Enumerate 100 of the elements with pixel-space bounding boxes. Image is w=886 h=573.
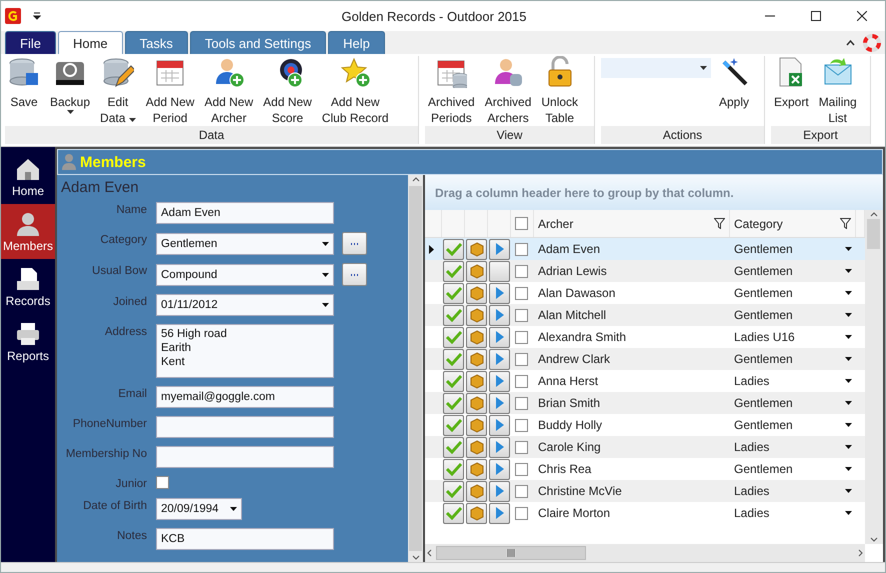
open-button[interactable] [489,260,510,282]
dropdown-field[interactable]: 01/11/2012 [156,294,334,316]
open-button[interactable] [489,392,510,414]
ribbon-button[interactable]: Unlock Table [538,56,582,126]
ribbon-button[interactable]: Add New Score [260,56,315,126]
ribbon-button[interactable]: Add New Club Record [318,56,392,126]
approve-button[interactable] [443,238,464,260]
column-header[interactable]: Category [734,216,836,230]
ribbon-button[interactable]: Archived Archers [482,56,534,126]
scroll-thumb[interactable] [867,219,880,249]
collapse-ribbon-icon[interactable] [846,39,855,46]
open-button[interactable] [489,458,510,480]
open-button[interactable] [489,304,510,326]
row-checkbox[interactable] [515,264,528,278]
scrollbar[interactable] [865,210,883,544]
cube-button[interactable] [466,480,487,502]
open-button[interactable] [489,370,510,392]
approve-button[interactable] [443,348,464,370]
browse-button[interactable] [342,232,367,255]
nav-item[interactable]: Records [1,259,55,314]
row-checkbox[interactable] [515,484,528,498]
scrollbar[interactable] [408,175,423,562]
open-button[interactable] [489,502,510,524]
row-checkbox[interactable] [515,462,528,476]
ribbon-button[interactable]: Backup [47,56,94,114]
row-checkbox[interactable] [515,440,528,454]
open-button[interactable] [489,436,510,458]
file-menu-tab[interactable]: File [5,31,56,54]
cube-button[interactable] [466,458,487,480]
approve-button[interactable] [443,502,464,524]
approve-button[interactable] [443,480,464,502]
nav-item[interactable]: Reports [1,314,55,369]
nav-item[interactable]: Members [1,204,55,259]
approve-button[interactable] [443,414,464,436]
ribbon-button[interactable]: Export [771,56,812,110]
input-field[interactable] [156,416,334,438]
ribbon-button[interactable]: Save [5,56,43,110]
ribbon-tab[interactable]: Tools and Settings [190,31,326,54]
input-field[interactable]: Adam Even [156,202,334,224]
ribbon-button[interactable]: Edit Data [97,56,139,126]
table-row[interactable]: Brian Smith Gentlemen [425,392,865,414]
ribbon-button[interactable]: Archived Periods [425,56,478,126]
scroll-up-icon[interactable] [412,177,420,182]
quick-access-menu-icon[interactable] [33,12,41,20]
approve-button[interactable] [443,282,464,304]
approve-button[interactable] [443,326,464,348]
cube-button[interactable] [466,348,487,370]
scroll-down-icon[interactable] [412,555,420,560]
row-checkbox[interactable] [515,396,528,410]
ribbon-tab[interactable]: Help [328,31,385,54]
table-row[interactable]: Adam Even Gentlemen [425,238,865,260]
ribbon-tab[interactable]: Home [58,31,123,54]
filter-icon[interactable] [714,218,725,229]
ribbon-button[interactable]: Apply [715,56,753,110]
scroll-left-icon[interactable] [427,549,432,557]
approve-button[interactable] [443,436,464,458]
row-checkbox[interactable] [515,242,528,256]
row-checkbox[interactable] [515,330,528,344]
open-button[interactable] [489,326,510,348]
date-field[interactable]: 20/09/1994 [156,498,242,520]
cube-button[interactable] [466,436,487,458]
ribbon-button[interactable]: Add New Period [142,56,198,126]
table-row[interactable]: Adrian Lewis Gentlemen [425,260,865,282]
cube-button[interactable] [466,238,487,260]
row-checkbox[interactable] [515,286,528,300]
help-lifebuoy-icon[interactable] [863,34,881,52]
scroll-right-icon[interactable] [858,549,863,557]
dropdown-field[interactable]: Compound [156,264,334,286]
approve-button[interactable] [443,370,464,392]
filter-icon[interactable] [840,218,851,229]
cube-button[interactable] [466,326,487,348]
select-all-checkbox[interactable] [515,217,528,230]
row-checkbox[interactable] [515,418,528,432]
open-button[interactable] [489,480,510,502]
approve-button[interactable] [443,458,464,480]
cube-button[interactable] [466,304,487,326]
column-header[interactable]: Archer [538,216,710,230]
open-button[interactable] [489,348,510,370]
input-field[interactable]: myemail@goggle.com [156,386,334,408]
table-row[interactable]: Christine McVie Ladies [425,480,865,502]
input-field[interactable]: KCB [156,528,334,550]
dropdown-field[interactable]: Gentlemen [156,232,334,254]
open-button[interactable] [489,414,510,436]
ribbon-button[interactable]: Add New Archer [201,56,256,126]
row-checkbox[interactable] [515,374,528,388]
scroll-down-icon[interactable] [870,537,878,542]
input-field[interactable] [156,446,334,468]
cube-button[interactable] [466,370,487,392]
address-field[interactable]: 56 High road Earith Kent [156,324,334,378]
open-button[interactable] [489,282,510,304]
checkbox[interactable] [156,476,169,489]
row-checkbox[interactable] [515,352,528,366]
ribbon-button[interactable]: Mailing List [816,56,860,126]
row-checkbox[interactable] [515,506,528,520]
table-row[interactable]: Carole King Ladies [425,436,865,458]
row-checkbox[interactable] [515,308,528,322]
cube-button[interactable] [466,414,487,436]
approve-button[interactable] [443,392,464,414]
approve-button[interactable] [443,260,464,282]
open-button[interactable] [489,238,510,260]
